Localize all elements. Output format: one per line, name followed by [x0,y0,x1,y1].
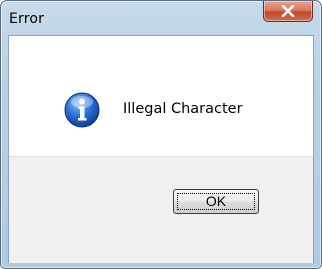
close-button[interactable] [263,1,313,22]
dialog-message: Illegal Character [123,101,243,117]
close-icon [281,5,295,17]
error-dialog: Error Illegal Character OK [0,0,322,269]
title-bar[interactable]: Error [1,1,321,37]
ok-button-label: OK [205,193,227,209]
dialog-title: Error [9,11,45,27]
ok-button[interactable]: OK [173,189,259,214]
info-icon [64,92,100,128]
message-area: Illegal Character [9,36,313,156]
dialog-client-area: Illegal Character OK [8,35,314,263]
button-bar: OK [9,156,313,263]
